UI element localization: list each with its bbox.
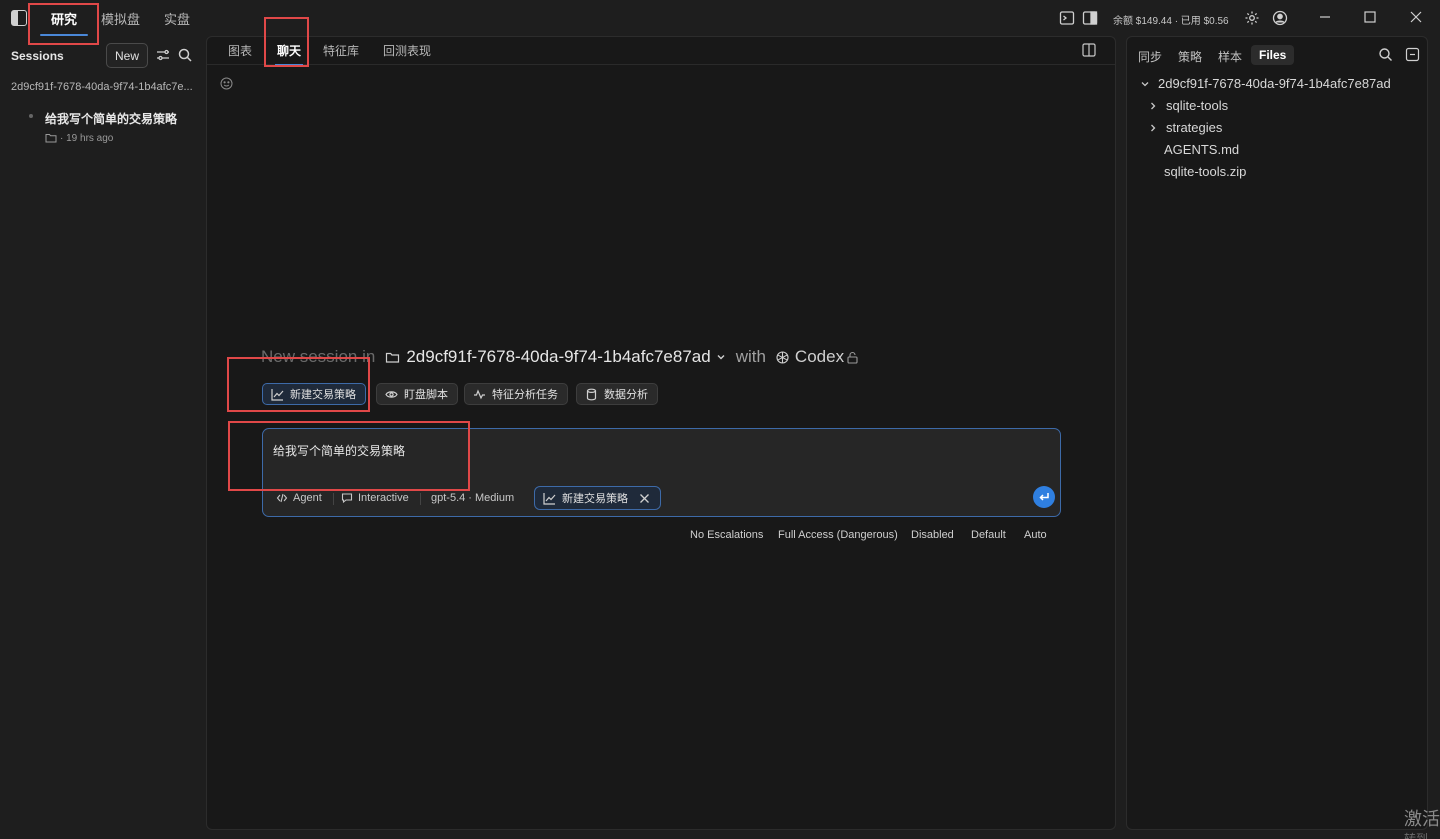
chip-label: 盯盘脚本	[404, 389, 448, 401]
divider	[420, 493, 421, 505]
center-tabs: 图表 聊天 特征库 回测表现	[207, 37, 1115, 66]
divider	[333, 493, 334, 505]
attached-skill-label: 新建交易策略	[562, 493, 628, 505]
interaction-mode-selector[interactable]: Interactive	[341, 492, 409, 504]
gear-icon[interactable]	[1244, 10, 1260, 26]
chat-panel: 图表 聊天 特征库 回测表现 New session in 2d9cf91f-7…	[206, 36, 1116, 830]
workspace-path[interactable]: 2d9cf91f-7678-40da-9f74-1b4afc7e87ad	[406, 347, 710, 367]
session-dot	[29, 114, 33, 118]
search-icon[interactable]	[177, 47, 193, 63]
new-session-prefix: New session in	[261, 347, 376, 366]
chevron-right-icon	[1148, 101, 1158, 111]
activity-icon	[474, 388, 485, 399]
mode-no-escalations[interactable]: No Escalations	[690, 529, 763, 541]
title-bar: 研究 模拟盘 实盘 余额 $149.44 · 已用 $0.56	[0, 0, 1440, 36]
openai-icon	[775, 350, 790, 365]
sessions-sidebar: Sessions New 2d9cf91f-7678-40da-9f74-1b4…	[0, 36, 205, 839]
chip-monitor-script[interactable]: 盯盘脚本	[376, 383, 458, 405]
right-panel-toggle-icon[interactable]	[1082, 10, 1098, 26]
balance-text: 余额 $149.44 · 已用 $0.56	[1113, 16, 1229, 27]
code-icon	[276, 493, 288, 503]
filter-icon[interactable]	[155, 47, 171, 63]
mode-default[interactable]: Default	[971, 529, 1006, 541]
sessions-label: Sessions	[11, 49, 64, 63]
chevron-down-icon[interactable]	[716, 352, 726, 362]
tab-chat[interactable]: 聊天	[274, 42, 304, 66]
composer-input[interactable]: 给我写个简单的交易策略	[273, 442, 405, 459]
message-composer[interactable]: 给我写个简单的交易策略 Agent Interactive gpt-5.4 · …	[262, 428, 1061, 517]
tree-root[interactable]: 2d9cf91f-7678-40da-9f74-1b4afc7e87ad	[1140, 76, 1391, 91]
session-title[interactable]: 给我写个简单的交易策略	[45, 110, 177, 127]
tab-sync[interactable]: 同步	[1138, 48, 1162, 65]
emoji-icon[interactable]	[220, 77, 233, 90]
agent-mode-label: Agent	[293, 492, 322, 504]
mode-disabled[interactable]: Disabled	[911, 529, 954, 541]
tree-root-label: 2d9cf91f-7678-40da-9f74-1b4afc7e87ad	[1158, 76, 1391, 91]
files-panel: 同步 策略 样本 Files 2d9cf91f-7678-40da-9f74-1…	[1126, 36, 1428, 830]
attached-skill-chip[interactable]: 新建交易策略	[534, 486, 661, 510]
terminal-icon[interactable]	[1059, 10, 1075, 26]
maximize-button[interactable]	[1363, 10, 1377, 24]
session-time: · 19 hrs ago	[60, 132, 114, 144]
tab-feature-library[interactable]: 特征库	[323, 42, 359, 59]
workspace-name[interactable]: 2d9cf91f-7678-40da-9f74-1b4afc7e...	[11, 81, 199, 93]
model-selector[interactable]: gpt-5.4 · Medium	[431, 492, 514, 504]
send-button[interactable]	[1033, 486, 1055, 508]
close-icon[interactable]	[638, 492, 651, 505]
mode-full-access[interactable]: Full Access (Dangerous)	[778, 529, 898, 541]
split-view-icon[interactable]	[1082, 43, 1096, 57]
interaction-mode-label: Interactive	[358, 492, 409, 504]
chat-bubble-icon	[341, 493, 353, 504]
session-meta: · 19 hrs ago	[45, 132, 113, 144]
sidebar-toggle-icon[interactable]	[11, 10, 27, 26]
new-session-header: New session in 2d9cf91f-7678-40da-9f74-1…	[261, 347, 859, 367]
tree-file[interactable]: sqlite-tools.zip	[1164, 164, 1246, 179]
chip-data-analysis[interactable]: 数据分析	[576, 383, 658, 405]
tree-folder-label: sqlite-tools	[1166, 98, 1229, 113]
tab-live-trading[interactable]: 实盘	[164, 9, 190, 29]
collapse-panel-icon[interactable]	[1405, 47, 1420, 62]
chevron-down-icon	[1140, 79, 1150, 89]
chip-label: 数据分析	[604, 389, 648, 401]
tree-file[interactable]: AGENTS.md	[1164, 142, 1239, 157]
chip-label: 特征分析任务	[492, 389, 558, 401]
chip-feature-analysis[interactable]: 特征分析任务	[464, 383, 568, 405]
tree-folder-label: strategies	[1166, 120, 1223, 135]
model-label: gpt-5.4 · Medium	[431, 492, 515, 504]
eye-icon	[385, 390, 398, 398]
agent-mode-selector[interactable]: Agent	[276, 492, 322, 504]
tree-folder[interactable]: sqlite-tools	[1148, 98, 1228, 113]
with-label: with	[735, 347, 766, 366]
agent-name[interactable]: Codex	[795, 347, 844, 367]
tab-research[interactable]: 研究	[39, 9, 89, 36]
search-icon[interactable]	[1378, 47, 1393, 62]
tab-backtest[interactable]: 回测表现	[383, 42, 431, 59]
chart-line-icon	[271, 388, 284, 401]
tab-files[interactable]: Files	[1251, 45, 1295, 65]
new-session-button[interactable]: New	[106, 43, 148, 68]
database-icon	[586, 388, 597, 400]
chevron-right-icon	[1148, 123, 1158, 133]
mode-auto[interactable]: Auto	[1024, 529, 1047, 541]
activation-watermark: 激活	[1404, 809, 1440, 829]
account-icon[interactable]	[1272, 10, 1288, 26]
tab-strategies[interactable]: 策略	[1178, 48, 1202, 65]
tab-chart[interactable]: 图表	[228, 42, 252, 59]
tab-samples[interactable]: 样本	[1218, 48, 1242, 65]
close-button[interactable]	[1409, 10, 1423, 24]
tab-paper-trading[interactable]: 模拟盘	[101, 9, 140, 29]
enter-icon	[1039, 493, 1049, 501]
tree-folder[interactable]: strategies	[1148, 120, 1222, 135]
minimize-button[interactable]	[1318, 10, 1332, 24]
lock-icon	[846, 351, 859, 364]
folder-icon	[385, 350, 400, 365]
chip-label: 新建交易策略	[290, 389, 356, 401]
chart-line-icon	[543, 492, 556, 505]
activation-watermark-sub: 转到	[1404, 832, 1429, 839]
chip-new-strategy[interactable]: 新建交易策略	[262, 383, 366, 405]
folder-icon	[45, 134, 57, 143]
